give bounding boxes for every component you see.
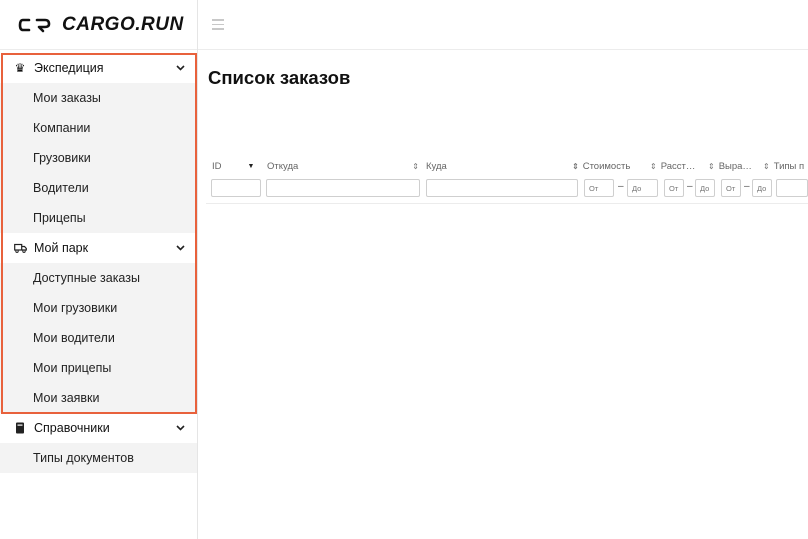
logo-mark-icon [18, 17, 52, 33]
sidebar-item-my-trucks[interactable]: Мои грузовики [0, 293, 197, 323]
app-root: CARGO.RUN ♛ Экспедиция Мои заказы Компан… [0, 0, 808, 539]
brand-logo[interactable]: CARGO.RUN [0, 0, 197, 50]
range-separator: – [687, 181, 693, 192]
nav-group-label: Справочники [34, 421, 110, 435]
sidebar: CARGO.RUN ♛ Экспедиция Мои заказы Компан… [0, 0, 198, 539]
column-label: Стоимость [582, 160, 631, 172]
sidebar-item-drivers[interactable]: Водители [0, 173, 197, 203]
nav-group-label: Мой парк [34, 241, 89, 255]
sidebar-item-available-orders[interactable]: Доступные заказы [0, 263, 197, 293]
sort-icon[interactable]: ⇕ [412, 162, 419, 171]
sidebar-item-trailers[interactable]: Прицепы [0, 203, 197, 233]
column-label: Расст… [660, 160, 696, 172]
filter-row: От – До От – До От – До [198, 179, 808, 197]
page-title: Список заказов [208, 67, 351, 88]
main-content: Список заказов ID ▼ Откуда ⇕ Куда ⇕ ⇕ Ст… [198, 50, 808, 539]
column-header-cost[interactable]: ⇕ Стоимость [570, 156, 656, 176]
table-divider [206, 203, 808, 204]
column-header-to[interactable]: Куда ⇕ [426, 156, 579, 176]
sidebar-item-my-drivers[interactable]: Мои водители [0, 323, 197, 353]
filter-distance-from[interactable]: От [664, 179, 684, 197]
sidebar-item-companies[interactable]: Компании [0, 113, 197, 143]
sidebar-item-trucks[interactable]: Грузовики [0, 143, 197, 173]
nav-group-my-fleet[interactable]: Мой парк [0, 233, 197, 263]
nav-group-label: Экспедиция [34, 61, 104, 75]
column-header-types[interactable]: ⇕ Типы п [761, 156, 808, 176]
sort-icon[interactable]: ⇕ [763, 162, 770, 171]
topbar [198, 0, 808, 50]
book-icon [12, 422, 28, 434]
column-label: Куда [426, 160, 447, 172]
column-label: Откуда [267, 160, 299, 172]
chevron-down-icon [176, 63, 185, 73]
filter-to-input[interactable] [426, 179, 578, 197]
truck-icon [12, 243, 28, 253]
sort-icon[interactable]: ⇕ [572, 162, 579, 171]
sidebar-item-my-orders[interactable]: Мои заказы [0, 83, 197, 113]
filter-types-input[interactable] [776, 179, 808, 197]
column-header-id[interactable]: ID ▼ [212, 156, 262, 176]
chevron-down-icon [176, 243, 185, 253]
sort-desc-icon[interactable]: ▼ [248, 163, 255, 170]
filter-revenue-to[interactable]: До [752, 179, 772, 197]
menu-toggle-icon[interactable] [212, 19, 224, 30]
range-separator: – [744, 181, 750, 192]
sort-icon[interactable]: ⇕ [708, 162, 715, 171]
column-label: Типы п [773, 160, 805, 172]
column-label: ID [212, 160, 222, 172]
brand-name: CARGO.RUN [62, 13, 184, 35]
filter-revenue-from[interactable]: От [721, 179, 741, 197]
sidebar-item-my-trailers[interactable]: Мои прицепы [0, 353, 197, 383]
nav-group-expedition[interactable]: ♛ Экспедиция [0, 53, 197, 83]
filter-cost-from[interactable]: От [584, 179, 614, 197]
filter-cost-to[interactable]: До [627, 179, 658, 197]
sort-icon[interactable]: ⇕ [650, 162, 657, 171]
nav-group-references[interactable]: Справочники [0, 413, 197, 443]
column-header-revenue[interactable]: ⇕ Выра… [706, 156, 764, 176]
sidebar-item-my-requests[interactable]: Мои заявки [0, 383, 197, 413]
chevron-down-icon [176, 423, 185, 433]
column-header-distance[interactable]: ⇕ Расст… [648, 156, 710, 176]
filter-id-input[interactable] [211, 179, 261, 197]
column-header-from[interactable]: Откуда ⇕ [267, 156, 419, 176]
crown-icon: ♛ [14, 61, 26, 75]
column-label: Выра… [718, 160, 752, 172]
filter-distance-to[interactable]: До [695, 179, 715, 197]
sidebar-item-document-types[interactable]: Типы документов [0, 443, 197, 473]
range-separator: – [618, 181, 624, 192]
filter-from-input[interactable] [266, 179, 420, 197]
